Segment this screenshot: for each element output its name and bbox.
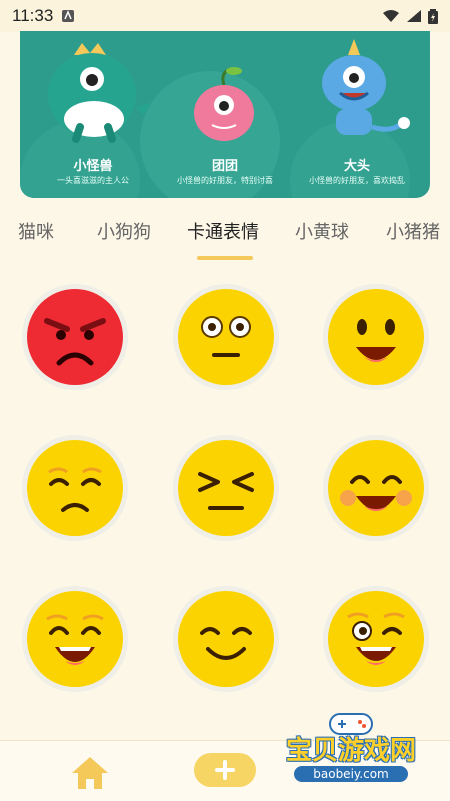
emoji-grin-face[interactable]: [323, 435, 429, 541]
status-bar: 11:33: [0, 0, 450, 32]
character-desc: 一头喜滋滋的主人公: [57, 176, 129, 185]
battery-icon: [428, 9, 438, 24]
emoji-wink-face[interactable]: [323, 586, 429, 692]
character-name: 大头: [343, 159, 370, 174]
character-desc: 小怪兽的好朋友，特别讨喜: [177, 176, 273, 185]
status-time: 11:33: [12, 6, 54, 25]
character-tuantuan[interactable]: 团团 小怪兽的好朋友，特别讨喜: [160, 31, 290, 198]
tab-yellow-ball[interactable]: 小黄球: [295, 218, 349, 244]
monster-illustration: [48, 43, 150, 143]
character-monster[interactable]: 小怪兽 一头喜滋滋的主人公: [28, 31, 158, 198]
happy-face-icon: [328, 289, 424, 385]
active-tab-indicator: [197, 256, 253, 260]
emoji-laugh-face[interactable]: [22, 586, 128, 692]
signal-icon: [407, 10, 421, 22]
character-desc: 小怪兽的好朋友，喜欢捣乱: [309, 176, 405, 185]
emoji-squint-face[interactable]: [173, 435, 279, 541]
character-banner[interactable]: 小怪兽 一头喜滋滋的主人公 团团 小怪兽的好朋友，特别讨喜 大头 小怪兽的好朋友…: [20, 31, 430, 198]
plus-icon: [215, 760, 235, 780]
tab-cartoon-emoji[interactable]: 卡通表情: [187, 218, 259, 244]
watermark: 宝贝游戏网 baobeiy.com: [276, 706, 426, 796]
smile-face-icon: [178, 591, 274, 687]
neutral-face-icon: [178, 289, 274, 385]
wink-face-icon: [328, 591, 424, 687]
home-icon: [72, 757, 108, 789]
angry-face-icon: [27, 289, 123, 385]
datou-illustration: [322, 39, 410, 135]
emoji-smile-face[interactable]: [173, 586, 279, 692]
tab-cat[interactable]: 猫咪: [18, 218, 54, 244]
watermark-title: 宝贝游戏网: [285, 736, 416, 766]
laugh-face-icon: [27, 591, 123, 687]
emoji-neutral-face[interactable]: [173, 284, 279, 390]
home-button[interactable]: [68, 751, 112, 795]
sad-face-icon: [27, 440, 123, 536]
tuantuan-illustration: [194, 67, 254, 141]
character-name: 团团: [211, 159, 238, 174]
wifi-icon: [383, 10, 399, 22]
emoji-angry-face[interactable]: [22, 284, 128, 390]
watermark-url: baobeiy.com: [294, 766, 408, 782]
character-datou[interactable]: 大头 小怪兽的好朋友，喜欢捣乱: [292, 31, 422, 198]
tab-piggy[interactable]: 小猪猪: [386, 218, 440, 244]
category-tabs: 猫咪 小狗狗 卡通表情 小黄球 小猪猪: [0, 212, 450, 262]
emoji-happy-face[interactable]: [323, 284, 429, 390]
tab-puppy[interactable]: 小狗狗: [97, 218, 151, 244]
squint-face-icon: [178, 440, 274, 536]
character-name: 小怪兽: [73, 159, 113, 174]
notification-icon: [62, 10, 75, 22]
emoji-sad-face[interactable]: [22, 435, 128, 541]
add-button[interactable]: [194, 753, 256, 787]
grin-face-icon: [328, 440, 424, 536]
